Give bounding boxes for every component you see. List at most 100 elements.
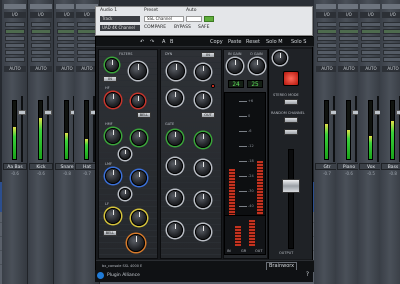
gate-release-knob[interactable] bbox=[195, 160, 211, 176]
strip-fader[interactable] bbox=[44, 110, 52, 115]
power-button[interactable] bbox=[283, 71, 299, 86]
insert-slot[interactable] bbox=[31, 43, 51, 48]
pan-knob[interactable] bbox=[195, 224, 211, 240]
insert-slot[interactable] bbox=[5, 22, 25, 27]
insert-slot[interactable] bbox=[5, 29, 25, 34]
insert-slot[interactable] bbox=[339, 43, 359, 48]
solo-m-button[interactable]: Solo M bbox=[266, 38, 283, 46]
eq-gain-knob[interactable] bbox=[127, 234, 145, 252]
insert-slot[interactable] bbox=[383, 36, 400, 41]
insert-slot[interactable] bbox=[361, 50, 381, 55]
comp-release-knob[interactable] bbox=[167, 90, 183, 106]
stereo-link-knob[interactable] bbox=[273, 51, 287, 65]
auto-selector[interactable] bbox=[186, 16, 202, 22]
lf-bell-switch[interactable]: BELL bbox=[103, 230, 117, 236]
preset-selector[interactable]: SSL Channel bbox=[144, 16, 184, 22]
hf-gain-knob[interactable] bbox=[105, 92, 121, 108]
insert-slot[interactable] bbox=[77, 57, 97, 62]
strip-io-label[interactable]: I/O bbox=[316, 12, 338, 18]
strip-io-label[interactable]: I/O bbox=[382, 12, 400, 18]
insert-slot[interactable] bbox=[317, 57, 337, 62]
plugin-alliance-label[interactable]: Plugin Alliance bbox=[107, 272, 140, 280]
hf-freq-knob[interactable] bbox=[131, 94, 145, 108]
insert-slot[interactable] bbox=[339, 57, 359, 62]
insert-slot[interactable] bbox=[383, 43, 400, 48]
insert-slot[interactable] bbox=[383, 22, 400, 27]
insert-slot[interactable] bbox=[361, 43, 381, 48]
insert-slot[interactable] bbox=[317, 36, 337, 41]
track-selector[interactable]: Track bbox=[100, 16, 140, 22]
gate-hold-knob[interactable] bbox=[167, 158, 183, 174]
insert-slot[interactable] bbox=[317, 29, 337, 34]
insert-slot[interactable] bbox=[383, 29, 400, 34]
insert-slot[interactable] bbox=[31, 36, 51, 41]
insert-slot[interactable] bbox=[31, 29, 51, 34]
ab-a-button[interactable]: A bbox=[162, 38, 165, 46]
insert-slot[interactable] bbox=[77, 22, 97, 27]
insert-slot[interactable] bbox=[317, 43, 337, 48]
stereo-mode-switch[interactable] bbox=[284, 99, 298, 105]
fader-rail[interactable] bbox=[21, 96, 23, 162]
strip-io-label[interactable]: I/O bbox=[360, 12, 382, 18]
strip-fader[interactable] bbox=[396, 110, 400, 115]
mix-knob[interactable] bbox=[195, 192, 211, 208]
strip-auto-label[interactable]: AUTO bbox=[382, 66, 400, 72]
strip-io-label[interactable]: I/O bbox=[338, 12, 360, 18]
paste-button[interactable]: Paste bbox=[228, 38, 242, 46]
insert-slot[interactable] bbox=[5, 36, 25, 41]
auto-enable-button[interactable] bbox=[204, 16, 214, 22]
insert-slot[interactable] bbox=[77, 29, 97, 34]
comp-threshold-knob[interactable] bbox=[195, 64, 211, 80]
insert-slot[interactable] bbox=[361, 29, 381, 34]
insert-slot[interactable] bbox=[31, 22, 51, 27]
fader-rail[interactable] bbox=[377, 96, 379, 162]
insert-slot[interactable] bbox=[339, 36, 359, 41]
strip-io-label[interactable]: I/O bbox=[4, 12, 26, 18]
channel-select-switch[interactable] bbox=[284, 129, 298, 135]
gate-threshold-knob[interactable] bbox=[195, 132, 211, 148]
strip-name[interactable]: Aa Bas bbox=[3, 163, 27, 170]
hf-filter-knob[interactable] bbox=[105, 58, 119, 72]
insert-slot[interactable] bbox=[5, 50, 25, 55]
hmf-gain-knob[interactable] bbox=[105, 128, 121, 144]
insert-slot[interactable] bbox=[339, 29, 359, 34]
bypass-button[interactable]: BYPASS bbox=[174, 25, 191, 30]
lf-gain-knob[interactable] bbox=[105, 208, 121, 224]
fader-rail[interactable] bbox=[355, 96, 357, 162]
gate-range-knob[interactable] bbox=[167, 130, 183, 146]
lf-freq-knob[interactable] bbox=[131, 210, 147, 226]
output-fader-cap[interactable] bbox=[282, 179, 300, 193]
insert-slot[interactable] bbox=[77, 50, 97, 55]
strip-name[interactable]: Kick bbox=[29, 163, 53, 170]
insert-slot[interactable] bbox=[77, 36, 97, 41]
input-gain-knob[interactable] bbox=[227, 58, 243, 74]
strip-auto-label[interactable]: AUTO bbox=[360, 66, 382, 72]
dyn-in-switch[interactable]: IN bbox=[201, 52, 215, 58]
hmf-q-knob[interactable] bbox=[119, 148, 131, 160]
output-gain-knob[interactable] bbox=[249, 58, 265, 74]
insert-slot[interactable] bbox=[317, 22, 337, 27]
undo-button[interactable]: ↶ bbox=[140, 38, 144, 46]
filter-in-switch[interactable]: IN bbox=[103, 76, 117, 82]
fast-attack-switch[interactable]: OUT bbox=[201, 112, 215, 118]
solo-s-button[interactable]: Solo S bbox=[291, 38, 306, 46]
strip-name[interactable]: Bass bbox=[381, 163, 400, 170]
insert-slot[interactable] bbox=[361, 36, 381, 41]
insert-slot[interactable] bbox=[317, 50, 337, 55]
strip-io-label[interactable]: I/O bbox=[30, 12, 52, 18]
strip-auto-label[interactable]: AUTO bbox=[4, 66, 26, 72]
width-knob[interactable] bbox=[167, 222, 183, 238]
comp-ratio-knob[interactable] bbox=[167, 62, 185, 80]
strip-auto-label[interactable]: AUTO bbox=[316, 66, 338, 72]
compare-button[interactable]: COMPARE bbox=[144, 25, 166, 30]
strip-fader[interactable] bbox=[18, 110, 26, 115]
insert-slot[interactable] bbox=[339, 50, 359, 55]
insert-slot[interactable] bbox=[5, 43, 25, 48]
insert-slot[interactable] bbox=[5, 57, 25, 62]
insert-slot[interactable] bbox=[361, 57, 381, 62]
insert-slot[interactable] bbox=[77, 43, 97, 48]
help-icon[interactable]: ? bbox=[306, 271, 309, 278]
insert-slot[interactable] bbox=[31, 57, 51, 62]
safe-button[interactable]: SAFE bbox=[198, 25, 209, 30]
insert-slot[interactable] bbox=[361, 22, 381, 27]
